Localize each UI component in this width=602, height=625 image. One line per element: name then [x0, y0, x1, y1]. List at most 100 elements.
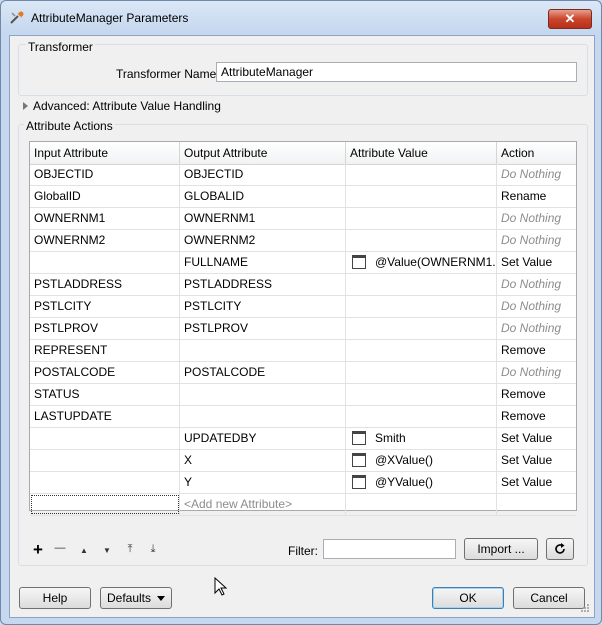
- table-row[interactable]: STATUS Remove: [30, 384, 576, 406]
- output-attribute-cell[interactable]: POSTALCODE: [180, 362, 346, 383]
- table-row[interactable]: REPRESENT Remove: [30, 340, 576, 362]
- table-row[interactable]: PSTLPROV PSTLPROV Do Nothing: [30, 318, 576, 340]
- input-attribute-cell[interactable]: LASTUPDATE: [30, 406, 180, 427]
- action-cell[interactable]: Do Nothing: [497, 230, 576, 251]
- input-attribute-cell[interactable]: PSTLCITY: [30, 296, 180, 317]
- move-down-button[interactable]: ▼: [99, 546, 115, 555]
- action-cell[interactable]: Remove: [497, 406, 576, 427]
- input-attribute-cell[interactable]: OWNERNM1: [30, 208, 180, 229]
- ok-button[interactable]: OK: [432, 587, 504, 609]
- output-attribute-cell[interactable]: PSTLPROV: [180, 318, 346, 339]
- attribute-value-cell[interactable]: [346, 384, 497, 405]
- input-attribute-cell[interactable]: REPRESENT: [30, 340, 180, 361]
- new-attribute-row[interactable]: <Add new Attribute>: [30, 494, 576, 516]
- attribute-value-cell[interactable]: [346, 406, 497, 427]
- table-row[interactable]: Y @YValue() Set Value: [30, 472, 576, 494]
- move-bottom-button[interactable]: ⤓: [145, 543, 161, 556]
- table-row[interactable]: OWNERNM1 OWNERNM1 Do Nothing: [30, 208, 576, 230]
- action-cell[interactable]: Remove: [497, 340, 576, 361]
- table-row[interactable]: LASTUPDATE Remove: [30, 406, 576, 428]
- filter-input[interactable]: [323, 539, 456, 559]
- table-row[interactable]: FULLNAME @Value(OWNERNM1... Set Value: [30, 252, 576, 274]
- attribute-value-cell[interactable]: [346, 362, 497, 383]
- output-attribute-cell[interactable]: [180, 384, 346, 405]
- action-cell[interactable]: Do Nothing: [497, 318, 576, 339]
- defaults-button[interactable]: Defaults: [100, 587, 172, 609]
- attribute-value-cell[interactable]: [346, 164, 497, 185]
- output-attribute-cell[interactable]: PSTLCITY: [180, 296, 346, 317]
- output-attribute-cell[interactable]: OWNERNM1: [180, 208, 346, 229]
- column-header-action[interactable]: Action: [497, 142, 576, 164]
- output-attribute-cell[interactable]: OWNERNM2: [180, 230, 346, 251]
- output-attribute-cell[interactable]: X: [180, 450, 346, 471]
- action-cell[interactable]: Set Value: [497, 428, 576, 449]
- output-attribute-cell[interactable]: FULLNAME: [180, 252, 346, 273]
- help-button[interactable]: Help: [19, 587, 91, 609]
- column-header-value[interactable]: Attribute Value: [346, 142, 497, 164]
- input-attribute-cell[interactable]: POSTALCODE: [30, 362, 180, 383]
- remove-row-button[interactable]: —: [52, 542, 68, 554]
- action-cell[interactable]: Set Value: [497, 252, 576, 273]
- input-attribute-cell[interactable]: PSTLADDRESS: [30, 274, 180, 295]
- action-cell[interactable]: Do Nothing: [497, 274, 576, 295]
- column-header-input[interactable]: Input Attribute: [30, 142, 180, 164]
- action-cell[interactable]: Set Value: [497, 450, 576, 471]
- output-attribute-cell[interactable]: OBJECTID: [180, 164, 346, 185]
- action-cell[interactable]: Set Value: [497, 472, 576, 493]
- column-header-output[interactable]: Output Attribute: [180, 142, 346, 164]
- action-cell[interactable]: Do Nothing: [497, 208, 576, 229]
- table-row[interactable]: X @XValue() Set Value: [30, 450, 576, 472]
- attribute-value-cell[interactable]: @XValue(): [346, 450, 497, 471]
- attribute-value-cell[interactable]: [346, 208, 497, 229]
- table-row[interactable]: PSTLADDRESS PSTLADDRESS Do Nothing: [30, 274, 576, 296]
- advanced-section-toggle[interactable]: Advanced: Attribute Value Handling: [33, 99, 221, 113]
- input-attribute-cell[interactable]: PSTLPROV: [30, 318, 180, 339]
- output-attribute-cell[interactable]: GLOBALID: [180, 186, 346, 207]
- add-new-attribute-cell[interactable]: <Add new Attribute>: [180, 494, 346, 515]
- text-editor-icon[interactable]: [352, 474, 366, 489]
- input-attribute-cell[interactable]: OWNERNM2: [30, 230, 180, 251]
- refresh-button[interactable]: [546, 538, 574, 560]
- attribute-value-cell[interactable]: [346, 274, 497, 295]
- input-attribute-cell[interactable]: [30, 252, 180, 273]
- output-attribute-cell[interactable]: UPDATEDBY: [180, 428, 346, 449]
- output-attribute-cell[interactable]: Y: [180, 472, 346, 493]
- attribute-value-cell[interactable]: [346, 318, 497, 339]
- input-attribute-cell[interactable]: [30, 450, 180, 471]
- attribute-table[interactable]: Input Attribute Output Attribute Attribu…: [29, 141, 577, 516]
- move-top-button[interactable]: ⤒: [122, 543, 138, 556]
- output-attribute-cell[interactable]: PSTLADDRESS: [180, 274, 346, 295]
- attribute-value-cell[interactable]: Smith: [346, 428, 497, 449]
- table-row[interactable]: PSTLCITY PSTLCITY Do Nothing: [30, 296, 576, 318]
- action-cell[interactable]: Rename: [497, 186, 576, 207]
- text-editor-icon[interactable]: [352, 430, 366, 445]
- transformer-name-input[interactable]: AttributeManager: [216, 62, 577, 82]
- new-value-cell[interactable]: [346, 494, 497, 515]
- attribute-value-cell[interactable]: [346, 230, 497, 251]
- table-row[interactable]: UPDATEDBY Smith Set Value: [30, 428, 576, 450]
- add-row-button[interactable]: +: [30, 540, 46, 560]
- action-cell[interactable]: Do Nothing: [497, 362, 576, 383]
- expand-arrow-icon[interactable]: [23, 102, 28, 110]
- table-row[interactable]: OBJECTID OBJECTID Do Nothing: [30, 164, 576, 186]
- table-row[interactable]: POSTALCODE POSTALCODE Do Nothing: [30, 362, 576, 384]
- import-button[interactable]: Import ...: [464, 538, 538, 560]
- table-row[interactable]: GlobalID GLOBALID Rename: [30, 186, 576, 208]
- table-row[interactable]: OWNERNM2 OWNERNM2 Do Nothing: [30, 230, 576, 252]
- attribute-value-cell[interactable]: [346, 186, 497, 207]
- text-editor-icon[interactable]: [352, 254, 366, 269]
- output-attribute-cell[interactable]: [180, 406, 346, 427]
- output-attribute-cell[interactable]: [180, 340, 346, 361]
- attribute-value-cell[interactable]: @YValue(): [346, 472, 497, 493]
- close-button[interactable]: ✕: [548, 9, 592, 29]
- input-attribute-cell[interactable]: GlobalID: [30, 186, 180, 207]
- attribute-value-cell[interactable]: [346, 296, 497, 317]
- resize-grip-icon[interactable]: [580, 603, 590, 613]
- input-attribute-cell[interactable]: OBJECTID: [30, 164, 180, 185]
- input-attribute-cell[interactable]: STATUS: [30, 384, 180, 405]
- input-attribute-cell[interactable]: [30, 472, 180, 493]
- action-cell[interactable]: Remove: [497, 384, 576, 405]
- action-cell[interactable]: Do Nothing: [497, 296, 576, 317]
- attribute-value-cell[interactable]: [346, 340, 497, 361]
- new-action-cell[interactable]: [497, 494, 576, 515]
